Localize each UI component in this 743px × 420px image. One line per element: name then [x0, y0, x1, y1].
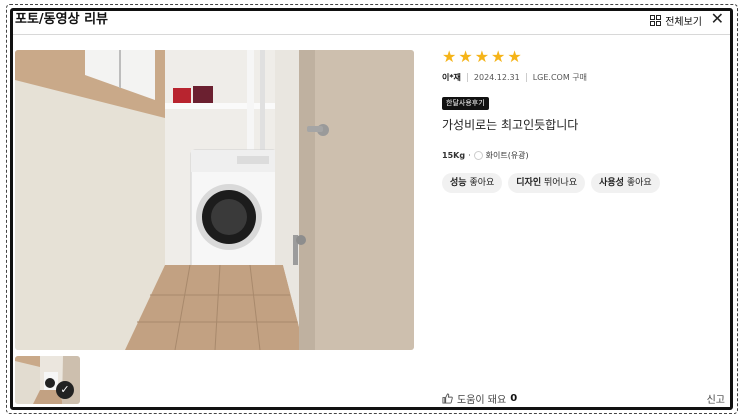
star-icon: ★ — [442, 47, 457, 66]
star-icon: ★ — [458, 47, 473, 66]
helpful-button[interactable]: 도움이 돼요 0 — [442, 391, 517, 406]
rating-stars: ★ ★ ★ ★ ★ — [442, 48, 727, 66]
review-date: 2024.12.31 — [473, 73, 520, 82]
purchase-option: 15Kg · 화이트(유광) — [442, 150, 727, 161]
divider — [525, 73, 527, 82]
check-icon: ✓ — [56, 381, 74, 399]
review-modal: 포토/동영상 리뷰 전체보기 ✕ ✓ ★ ★ ★ ★ ★ 이*재 2024.12… — [10, 8, 733, 410]
review-tags: 성능 좋아요 디자인 뛰어나요 사용성 좋아요 — [442, 173, 727, 193]
option-color: 화이트(유광) — [485, 151, 529, 160]
purchase-source: LGE.COM 구매 — [532, 73, 588, 82]
helpful-label: 도움이 돼요 — [457, 395, 507, 406]
review-meta: 이*재 2024.12.31 LGE.COM 구매 — [442, 72, 727, 83]
view-all-label: 전체보기 — [665, 17, 702, 28]
review-photo[interactable] — [15, 50, 414, 350]
star-icon: ★ — [507, 47, 522, 66]
page-title: 포토/동영상 리뷰 — [15, 12, 108, 27]
helpful-count: 0 — [510, 393, 518, 404]
review-info: ★ ★ ★ ★ ★ 이*재 2024.12.31 LGE.COM 구매 한달사용… — [442, 48, 727, 193]
option-capacity: 15Kg — [442, 151, 466, 160]
tag-chip: 사용성 좋아요 — [591, 173, 660, 193]
modal-header: 포토/동영상 리뷰 전체보기 ✕ — [13, 11, 730, 35]
review-badge: 한달사용후기 — [442, 97, 489, 110]
thumbs-up-icon — [442, 393, 453, 404]
color-swatch-icon — [473, 151, 483, 160]
review-thumbnail[interactable]: ✓ — [15, 356, 80, 404]
view-all-button[interactable]: 전체보기 — [650, 13, 702, 28]
review-text: 가성비로는 최고인듯합니다 — [442, 118, 579, 132]
report-button[interactable]: 신고 — [707, 391, 725, 406]
star-icon: ★ — [491, 47, 506, 66]
author-name: 이*재 — [442, 73, 461, 82]
star-icon: ★ — [474, 47, 490, 66]
tag-chip: 성능 좋아요 — [442, 173, 503, 193]
grid-icon — [650, 15, 662, 26]
option-separator: · — [468, 151, 471, 160]
close-icon[interactable]: ✕ — [711, 11, 724, 28]
divider — [466, 73, 468, 82]
tag-chip: 디자인 뛰어나요 — [508, 173, 586, 193]
